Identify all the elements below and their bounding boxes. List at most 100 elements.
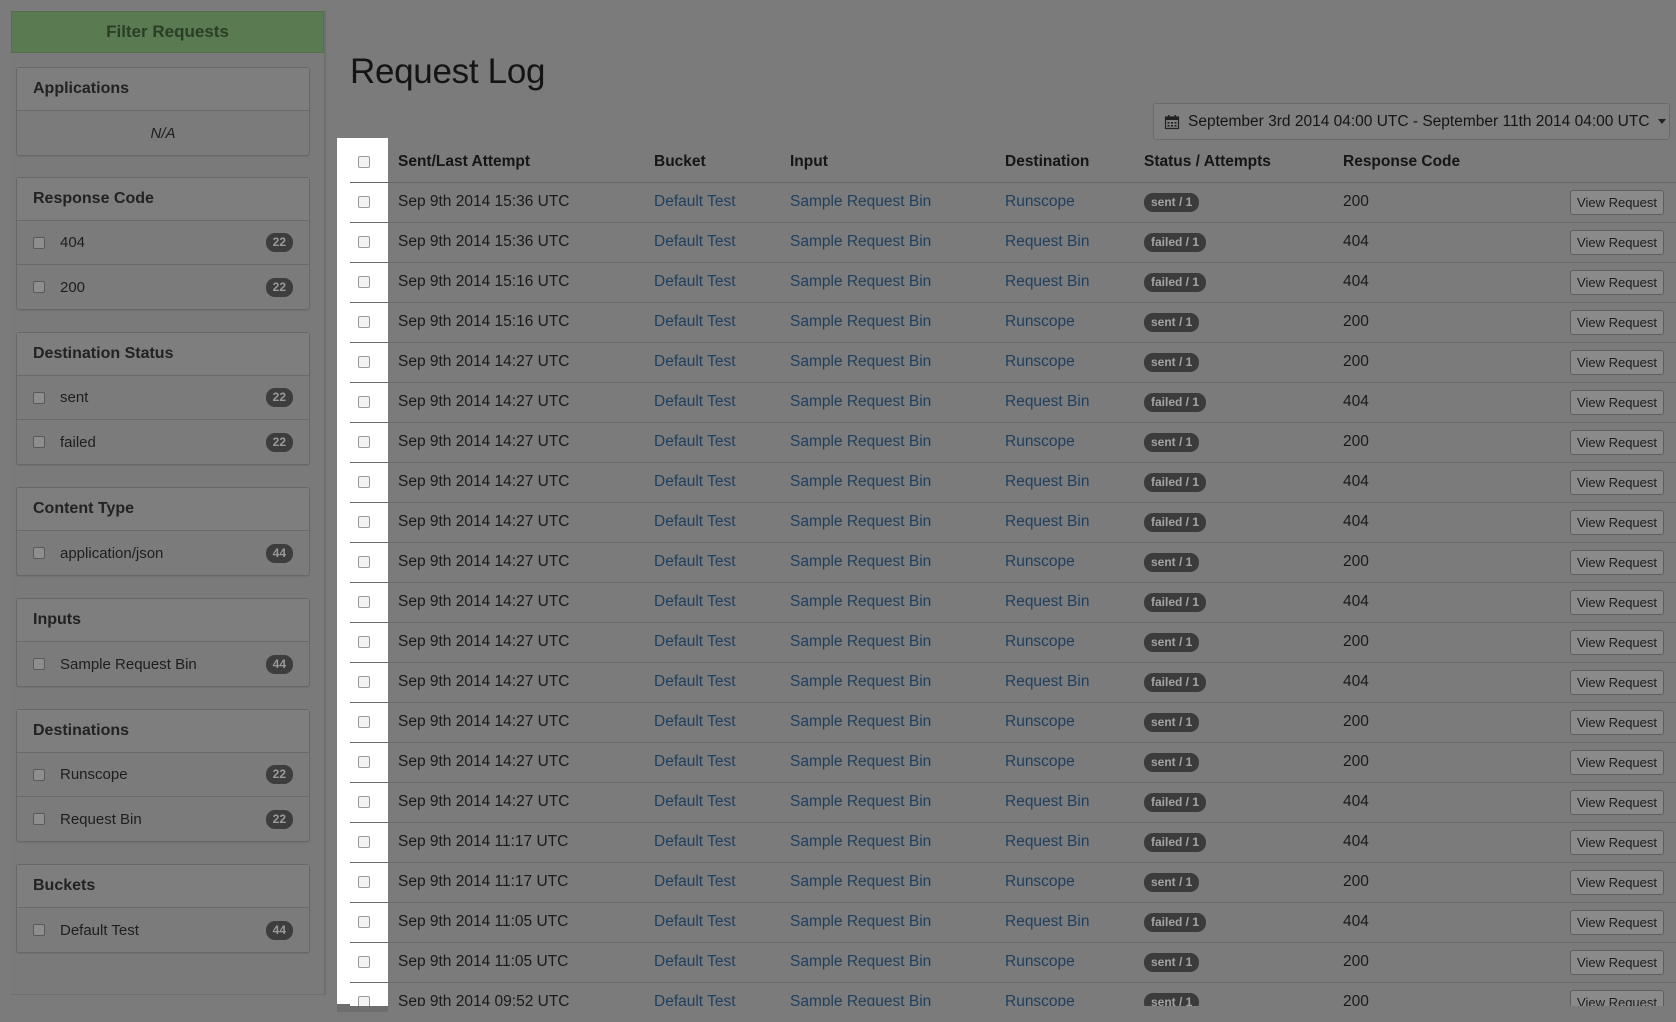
bucket-link[interactable]: Default Test	[654, 873, 736, 890]
bucket-link[interactable]: Default Test	[654, 753, 736, 770]
bucket-link[interactable]: Default Test	[654, 553, 736, 570]
row-checkbox[interactable]	[358, 836, 370, 848]
input-link[interactable]: Sample Request Bin	[790, 673, 931, 690]
destination-link[interactable]: Runscope	[1005, 553, 1075, 570]
bucket-link[interactable]: Default Test	[654, 353, 736, 370]
view-request-button[interactable]: View Request	[1570, 829, 1664, 855]
column-header-status[interactable]: Status / Attempts	[1134, 142, 1333, 183]
input-link[interactable]: Sample Request Bin	[790, 353, 931, 370]
destination-link[interactable]: Runscope	[1005, 713, 1075, 730]
view-request-button[interactable]: View Request	[1570, 469, 1664, 495]
bucket-link[interactable]: Default Test	[654, 433, 736, 450]
bucket-link[interactable]: Default Test	[654, 913, 736, 930]
destination-link[interactable]: Request Bin	[1005, 513, 1089, 530]
view-request-button[interactable]: View Request	[1570, 749, 1664, 775]
input-link[interactable]: Sample Request Bin	[790, 713, 931, 730]
input-link[interactable]: Sample Request Bin	[790, 793, 931, 810]
filter-item-failed[interactable]: failed 22	[17, 420, 309, 464]
row-checkbox[interactable]	[358, 716, 370, 728]
filter-checkbox[interactable]	[33, 236, 45, 249]
filter-item-sample-request-bin[interactable]: Sample Request Bin 44	[17, 642, 309, 686]
destination-link[interactable]: Runscope	[1005, 873, 1075, 890]
bucket-link[interactable]: Default Test	[654, 673, 736, 690]
bucket-link[interactable]: Default Test	[654, 993, 736, 1006]
destination-link[interactable]: Runscope	[1005, 313, 1075, 330]
view-request-button[interactable]: View Request	[1570, 349, 1664, 375]
input-link[interactable]: Sample Request Bin	[790, 553, 931, 570]
column-header-input[interactable]: Input	[780, 142, 995, 183]
view-request-button[interactable]: View Request	[1570, 989, 1664, 1006]
select-all-checkbox[interactable]	[358, 155, 370, 168]
bucket-link[interactable]: Default Test	[654, 713, 736, 730]
filter-checkbox[interactable]	[33, 436, 45, 448]
input-link[interactable]: Sample Request Bin	[790, 753, 931, 770]
row-checkbox[interactable]	[358, 636, 370, 648]
bucket-link[interactable]: Default Test	[654, 473, 736, 490]
destination-link[interactable]: Runscope	[1005, 753, 1075, 770]
bucket-link[interactable]: Default Test	[654, 193, 736, 210]
view-request-button[interactable]: View Request	[1570, 789, 1664, 815]
view-request-button[interactable]: View Request	[1570, 229, 1664, 255]
column-header-response-code[interactable]: Response Code	[1333, 142, 1513, 183]
destination-link[interactable]: Runscope	[1005, 953, 1075, 970]
view-request-button[interactable]: View Request	[1570, 389, 1664, 415]
date-range-picker[interactable]: September 3rd 2014 04:00 UTC - September…	[1153, 103, 1670, 140]
view-request-button[interactable]: View Request	[1570, 549, 1664, 575]
input-link[interactable]: Sample Request Bin	[790, 473, 931, 490]
input-link[interactable]: Sample Request Bin	[790, 633, 931, 650]
view-request-button[interactable]: View Request	[1570, 869, 1664, 895]
view-request-button[interactable]: View Request	[1570, 669, 1664, 695]
row-checkbox[interactable]	[358, 676, 370, 688]
input-link[interactable]: Sample Request Bin	[790, 833, 931, 850]
destination-link[interactable]: Runscope	[1005, 993, 1075, 1006]
destination-link[interactable]: Request Bin	[1005, 793, 1089, 810]
filter-item-request-bin[interactable]: Request Bin 22	[17, 797, 309, 841]
destination-link[interactable]: Request Bin	[1005, 593, 1089, 610]
column-header-destination[interactable]: Destination	[995, 142, 1134, 183]
input-link[interactable]: Sample Request Bin	[790, 913, 931, 930]
row-checkbox[interactable]	[358, 356, 370, 368]
row-checkbox[interactable]	[358, 756, 370, 768]
input-link[interactable]: Sample Request Bin	[790, 393, 931, 410]
row-checkbox[interactable]	[358, 796, 370, 808]
filter-checkbox[interactable]	[33, 658, 45, 670]
bucket-link[interactable]: Default Test	[654, 513, 736, 530]
destination-link[interactable]: Runscope	[1005, 633, 1075, 650]
filter-item-404[interactable]: 404 22	[17, 221, 309, 265]
view-request-button[interactable]: View Request	[1570, 949, 1664, 975]
row-checkbox[interactable]	[358, 236, 370, 248]
destination-link[interactable]: Runscope	[1005, 193, 1075, 210]
destination-link[interactable]: Request Bin	[1005, 473, 1089, 490]
input-link[interactable]: Sample Request Bin	[790, 193, 931, 210]
column-header-bucket[interactable]: Bucket	[644, 142, 780, 183]
view-request-button[interactable]: View Request	[1570, 309, 1664, 335]
destination-link[interactable]: Request Bin	[1005, 833, 1089, 850]
filter-checkbox[interactable]	[33, 281, 45, 293]
filter-checkbox[interactable]	[33, 768, 45, 781]
view-request-button[interactable]: View Request	[1570, 429, 1664, 455]
bucket-link[interactable]: Default Test	[654, 593, 736, 610]
row-checkbox[interactable]	[358, 196, 370, 208]
input-link[interactable]: Sample Request Bin	[790, 433, 931, 450]
column-header-sent[interactable]: Sent/Last Attempt	[388, 142, 644, 183]
view-request-button[interactable]: View Request	[1570, 909, 1664, 935]
destination-link[interactable]: Request Bin	[1005, 393, 1089, 410]
bucket-link[interactable]: Default Test	[654, 953, 736, 970]
filter-checkbox[interactable]	[33, 391, 45, 404]
destination-link[interactable]: Request Bin	[1005, 233, 1089, 250]
row-checkbox[interactable]	[358, 876, 370, 888]
filter-checkbox[interactable]	[33, 924, 45, 936]
filter-item-runscope[interactable]: Runscope 22	[17, 753, 309, 797]
destination-link[interactable]: Request Bin	[1005, 673, 1089, 690]
filter-item-200[interactable]: 200 22	[17, 265, 309, 309]
filter-checkbox[interactable]	[33, 547, 45, 559]
row-checkbox[interactable]	[358, 956, 370, 968]
destination-link[interactable]: Runscope	[1005, 353, 1075, 370]
input-link[interactable]: Sample Request Bin	[790, 593, 931, 610]
bucket-link[interactable]: Default Test	[654, 833, 736, 850]
input-link[interactable]: Sample Request Bin	[790, 273, 931, 290]
row-checkbox[interactable]	[358, 396, 370, 408]
input-link[interactable]: Sample Request Bin	[790, 873, 931, 890]
destination-link[interactable]: Request Bin	[1005, 913, 1089, 930]
bucket-link[interactable]: Default Test	[654, 633, 736, 650]
